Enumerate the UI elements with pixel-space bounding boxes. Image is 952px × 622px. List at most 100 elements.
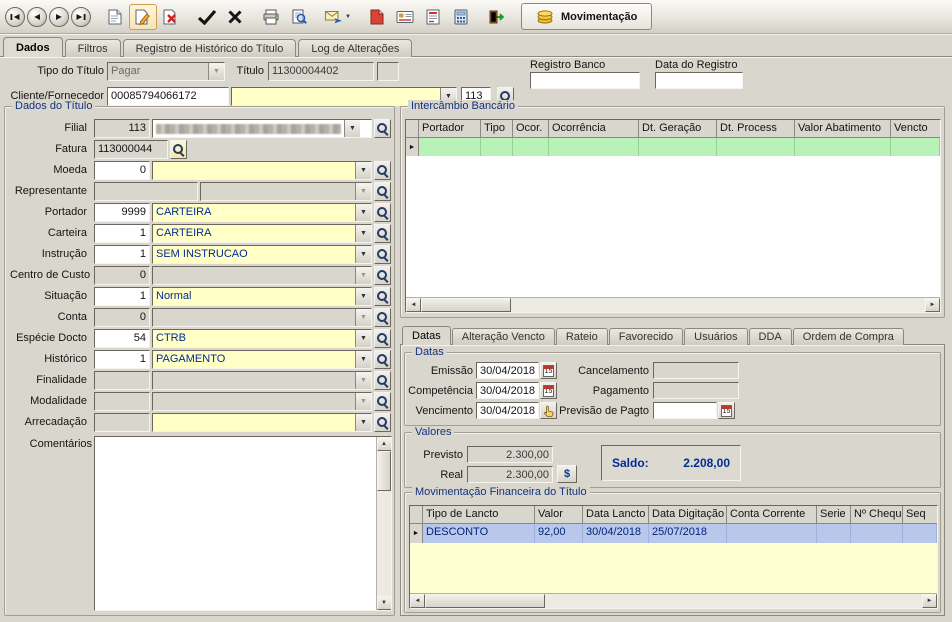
fatura-field[interactable]: 113000044 bbox=[94, 140, 168, 159]
scroll-thumb[interactable] bbox=[421, 298, 511, 312]
moeda-code-field[interactable]: 0 bbox=[94, 161, 150, 180]
col-dt-geracao[interactable]: Dt. Geração bbox=[639, 120, 717, 137]
new-record-button[interactable] bbox=[101, 4, 129, 30]
dropdown-arrow-icon[interactable]: ▼ bbox=[208, 63, 224, 80]
dropdown-arrow-icon[interactable]: ▼ bbox=[355, 414, 371, 431]
portador-code-field[interactable]: 9999 bbox=[94, 203, 150, 222]
dropdown-arrow-icon[interactable]: ▼ bbox=[355, 225, 371, 242]
calculator-button[interactable] bbox=[447, 4, 475, 30]
instrucao-combo[interactable]: SEM INSTRUCAO▼ bbox=[152, 245, 372, 264]
col-conta-corrente[interactable]: Conta Corrente bbox=[727, 506, 817, 523]
modalidade-code-field[interactable] bbox=[94, 392, 150, 411]
intercambio-empty-row[interactable]: ► bbox=[406, 138, 940, 156]
dropdown-arrow-icon[interactable]: ▼ bbox=[355, 267, 371, 284]
col-data-lancto[interactable]: Data Lancto bbox=[583, 506, 649, 523]
col-serie[interactable]: Serie bbox=[817, 506, 851, 523]
col-dt-process[interactable]: Dt. Process bbox=[717, 120, 795, 137]
filial-search-button[interactable] bbox=[374, 119, 391, 138]
tipo-titulo-select[interactable]: Pagar ▼ bbox=[107, 62, 225, 81]
col-vencto[interactable]: Vencto bbox=[891, 120, 940, 137]
col-ocor[interactable]: Ocor. bbox=[513, 120, 549, 137]
col-seq[interactable]: Seq bbox=[903, 506, 937, 523]
dropdown-arrow-icon[interactable]: ▼ bbox=[355, 246, 371, 263]
col-valor[interactable]: Valor bbox=[535, 506, 583, 523]
movimentacao-button[interactable]: Movimentação bbox=[521, 3, 652, 30]
exit-button[interactable] bbox=[483, 4, 511, 30]
dropdown-arrow-icon[interactable]: ▼ bbox=[355, 372, 371, 389]
scroll-right-icon[interactable]: ► bbox=[925, 298, 940, 312]
scroll-up-icon[interactable]: ▲ bbox=[377, 437, 392, 451]
nav-next-button[interactable] bbox=[49, 7, 69, 27]
moeda-combo[interactable]: ▼ bbox=[152, 161, 372, 180]
emissao-field[interactable]: 30/04/2018 bbox=[476, 362, 539, 379]
portador-combo[interactable]: CARTEIRA▼ bbox=[152, 203, 372, 222]
dropdown-arrow-icon[interactable]: ▼ bbox=[355, 351, 371, 368]
scroll-right-icon[interactable]: ► bbox=[922, 594, 937, 608]
competencia-field[interactable]: 30/04/2018 bbox=[476, 382, 539, 399]
subtab-datas[interactable]: Datas bbox=[402, 326, 451, 345]
representante-code-field[interactable] bbox=[94, 182, 198, 201]
carteira-combo[interactable]: CARTEIRA▼ bbox=[152, 224, 372, 243]
historico-combo[interactable]: PAGAMENTO▼ bbox=[152, 350, 372, 369]
subtab-rateio[interactable]: Rateio bbox=[556, 328, 608, 345]
fatura-search-button[interactable] bbox=[170, 140, 187, 159]
titulo-extra-field[interactable] bbox=[377, 62, 399, 81]
arrecadacao-code-field[interactable] bbox=[94, 413, 150, 432]
centro-custo-search-button[interactable] bbox=[374, 266, 391, 285]
centro-custo-code-field[interactable]: 0 bbox=[94, 266, 150, 285]
cliente-code-field[interactable]: 00085794066172 bbox=[107, 87, 229, 106]
nav-first-button[interactable] bbox=[5, 7, 25, 27]
modalidade-search-button[interactable] bbox=[374, 392, 391, 411]
scroll-left-icon[interactable]: ◄ bbox=[410, 594, 425, 608]
previsao-calendar-button[interactable]: 15 bbox=[718, 402, 735, 419]
col-portador[interactable]: Portador bbox=[419, 120, 481, 137]
edit-record-button[interactable] bbox=[129, 4, 157, 30]
col-tipo-lancto[interactable]: Tipo de Lancto bbox=[423, 506, 535, 523]
dropdown-arrow-icon[interactable]: ▼ bbox=[355, 393, 371, 410]
representante-search-button[interactable] bbox=[374, 182, 391, 201]
finalidade-combo[interactable]: ▼ bbox=[152, 371, 372, 390]
mov-table-row[interactable]: ► DESCONTO 92,00 30/04/2018 25/07/2018 bbox=[410, 524, 937, 543]
carteira-code-field[interactable]: 1 bbox=[94, 224, 150, 243]
mov-hscroll[interactable]: ◄ ► bbox=[410, 593, 937, 608]
col-tipo[interactable]: Tipo bbox=[481, 120, 513, 137]
dropdown-arrow-icon[interactable]: ▼ bbox=[355, 204, 371, 221]
situacao-code-field[interactable]: 1 bbox=[94, 287, 150, 306]
portador-search-button[interactable] bbox=[374, 203, 391, 222]
comentarios-textarea[interactable]: ▲ ▼ bbox=[94, 436, 392, 611]
tab-registro-historico[interactable]: Registro de Histórico do Título bbox=[123, 39, 297, 57]
receipt-button[interactable] bbox=[419, 4, 447, 30]
registro-banco-field[interactable] bbox=[530, 72, 640, 89]
contact-card-button[interactable] bbox=[391, 4, 419, 30]
filial-code-field[interactable]: 113 bbox=[94, 119, 150, 138]
arrecadacao-search-button[interactable] bbox=[374, 413, 391, 432]
col-cheque[interactable]: Nº Cheque bbox=[851, 506, 903, 523]
print-button[interactable] bbox=[257, 4, 285, 30]
dollar-button[interactable]: $ bbox=[557, 465, 577, 483]
real-field[interactable]: 2.300,00 bbox=[467, 466, 553, 483]
col-valor-abatimento[interactable]: Valor Abatimento bbox=[795, 120, 891, 137]
dropdown-arrow-icon[interactable]: ▼ bbox=[355, 309, 371, 326]
scroll-down-icon[interactable]: ▼ bbox=[377, 596, 392, 610]
scroll-thumb[interactable] bbox=[425, 594, 545, 608]
data-registro-field[interactable] bbox=[655, 72, 743, 89]
comentarios-vscroll[interactable]: ▲ ▼ bbox=[376, 437, 391, 610]
carteira-search-button[interactable] bbox=[374, 224, 391, 243]
filial-combo[interactable]: ▼ bbox=[152, 119, 372, 138]
cancelamento-field[interactable] bbox=[653, 362, 739, 379]
situacao-search-button[interactable] bbox=[374, 287, 391, 306]
tab-log-alteracoes[interactable]: Log de Alterações bbox=[298, 39, 412, 57]
instrucao-code-field[interactable]: 1 bbox=[94, 245, 150, 264]
historico-search-button[interactable] bbox=[374, 350, 391, 369]
scroll-left-icon[interactable]: ◄ bbox=[406, 298, 421, 312]
situacao-combo[interactable]: Normal▼ bbox=[152, 287, 372, 306]
nav-prev-button[interactable] bbox=[27, 7, 47, 27]
subtab-dda[interactable]: DDA bbox=[749, 328, 792, 345]
dropdown-arrow-icon[interactable]: ▼ bbox=[344, 120, 360, 137]
dropdown-arrow-icon[interactable]: ▼ bbox=[355, 162, 371, 179]
centro-custo-combo[interactable]: ▼ bbox=[152, 266, 372, 285]
dropdown-arrow-icon[interactable]: ▼ bbox=[355, 288, 371, 305]
tab-dados[interactable]: Dados bbox=[3, 37, 63, 57]
instrucao-search-button[interactable] bbox=[374, 245, 391, 264]
moeda-search-button[interactable] bbox=[374, 161, 391, 180]
